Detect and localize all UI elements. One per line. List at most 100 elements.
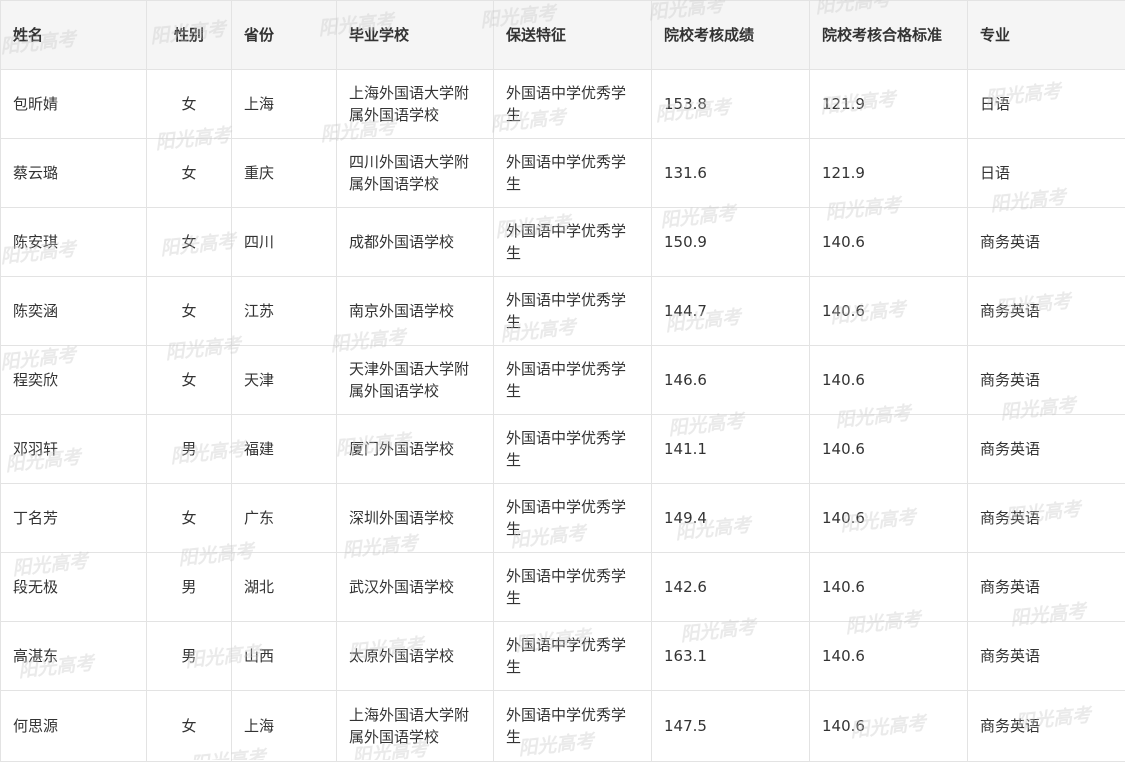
cell-standard: 140.6: [810, 691, 968, 762]
cell-major: 日语: [968, 70, 1125, 139]
cell-province: 上海: [232, 691, 337, 762]
cell-province: 江苏: [232, 277, 337, 346]
cell-major: 商务英语: [968, 208, 1125, 277]
table-row: 蔡云璐 女 重庆 四川外国语大学附属外国语学校 外国语中学优秀学生 131.6 …: [1, 139, 1125, 208]
cell-gender: 女: [147, 208, 232, 277]
cell-gender: 女: [147, 70, 232, 139]
cell-standard: 140.6: [810, 346, 968, 415]
cell-school: 南京外国语学校: [337, 277, 494, 346]
cell-school: 天津外国语大学附属外国语学校: [337, 346, 494, 415]
header-major: 专业: [968, 1, 1125, 70]
cell-gender: 女: [147, 346, 232, 415]
cell-score: 150.9: [652, 208, 810, 277]
cell-major: 商务英语: [968, 484, 1125, 553]
table-row: 程奕欣 女 天津 天津外国语大学附属外国语学校 外国语中学优秀学生 146.6 …: [1, 346, 1125, 415]
cell-score: 141.1: [652, 415, 810, 484]
table-row: 包昕婧 女 上海 上海外国语大学附属外国语学校 外国语中学优秀学生 153.8 …: [1, 70, 1125, 139]
cell-major: 商务英语: [968, 553, 1125, 622]
header-gender: 性别: [147, 1, 232, 70]
cell-gender: 女: [147, 139, 232, 208]
cell-gender: 男: [147, 415, 232, 484]
cell-school: 上海外国语大学附属外国语学校: [337, 691, 494, 762]
table-body: 包昕婧 女 上海 上海外国语大学附属外国语学校 外国语中学优秀学生 153.8 …: [1, 70, 1125, 762]
cell-province: 山西: [232, 622, 337, 691]
header-row: 姓名 性别 省份 毕业学校 保送特征 院校考核成绩 院校考核合格标准 专业: [1, 1, 1125, 70]
cell-score: 144.7: [652, 277, 810, 346]
cell-name: 邓羽轩: [1, 415, 147, 484]
cell-gender: 女: [147, 484, 232, 553]
cell-school: 成都外国语学校: [337, 208, 494, 277]
cell-name: 包昕婧: [1, 70, 147, 139]
cell-feature: 外国语中学优秀学生: [494, 346, 652, 415]
cell-feature: 外国语中学优秀学生: [494, 553, 652, 622]
cell-feature: 外国语中学优秀学生: [494, 691, 652, 762]
table-row: 何思源 女 上海 上海外国语大学附属外国语学校 外国语中学优秀学生 147.5 …: [1, 691, 1125, 762]
table-row: 陈奕涵 女 江苏 南京外国语学校 外国语中学优秀学生 144.7 140.6 商…: [1, 277, 1125, 346]
cell-major: 商务英语: [968, 691, 1125, 762]
cell-standard: 140.6: [810, 415, 968, 484]
cell-name: 段无极: [1, 553, 147, 622]
cell-major: 商务英语: [968, 346, 1125, 415]
cell-score: 142.6: [652, 553, 810, 622]
header-province: 省份: [232, 1, 337, 70]
cell-name: 蔡云璐: [1, 139, 147, 208]
cell-province: 天津: [232, 346, 337, 415]
cell-gender: 女: [147, 277, 232, 346]
cell-school: 深圳外国语学校: [337, 484, 494, 553]
cell-feature: 外国语中学优秀学生: [494, 208, 652, 277]
cell-major: 商务英语: [968, 415, 1125, 484]
cell-gender: 男: [147, 553, 232, 622]
table-row: 邓羽轩 男 福建 厦门外国语学校 外国语中学优秀学生 141.1 140.6 商…: [1, 415, 1125, 484]
cell-major: 商务英语: [968, 622, 1125, 691]
cell-province: 福建: [232, 415, 337, 484]
cell-standard: 140.6: [810, 208, 968, 277]
cell-name: 何思源: [1, 691, 147, 762]
cell-school: 武汉外国语学校: [337, 553, 494, 622]
cell-standard: 121.9: [810, 70, 968, 139]
cell-score: 163.1: [652, 622, 810, 691]
header-school: 毕业学校: [337, 1, 494, 70]
table-header: 姓名 性别 省份 毕业学校 保送特征 院校考核成绩 院校考核合格标准 专业: [1, 1, 1125, 70]
cell-score: 146.6: [652, 346, 810, 415]
cell-feature: 外国语中学优秀学生: [494, 484, 652, 553]
cell-standard: 140.6: [810, 622, 968, 691]
cell-feature: 外国语中学优秀学生: [494, 70, 652, 139]
cell-score: 131.6: [652, 139, 810, 208]
cell-standard: 140.6: [810, 553, 968, 622]
cell-province: 上海: [232, 70, 337, 139]
cell-province: 广东: [232, 484, 337, 553]
table-row: 陈安琪 女 四川 成都外国语学校 外国语中学优秀学生 150.9 140.6 商…: [1, 208, 1125, 277]
cell-score: 147.5: [652, 691, 810, 762]
table-row: 丁名芳 女 广东 深圳外国语学校 外国语中学优秀学生 149.4 140.6 商…: [1, 484, 1125, 553]
cell-name: 丁名芳: [1, 484, 147, 553]
cell-feature: 外国语中学优秀学生: [494, 277, 652, 346]
cell-feature: 外国语中学优秀学生: [494, 622, 652, 691]
cell-feature: 外国语中学优秀学生: [494, 415, 652, 484]
header-name: 姓名: [1, 1, 147, 70]
cell-feature: 外国语中学优秀学生: [494, 139, 652, 208]
cell-province: 湖北: [232, 553, 337, 622]
cell-gender: 女: [147, 691, 232, 762]
cell-major: 日语: [968, 139, 1125, 208]
cell-standard: 140.6: [810, 484, 968, 553]
admission-table: 姓名 性别 省份 毕业学校 保送特征 院校考核成绩 院校考核合格标准 专业 包昕…: [0, 0, 1125, 762]
cell-standard: 140.6: [810, 277, 968, 346]
cell-school: 四川外国语大学附属外国语学校: [337, 139, 494, 208]
cell-school: 上海外国语大学附属外国语学校: [337, 70, 494, 139]
cell-name: 陈安琪: [1, 208, 147, 277]
table-row: 高湛东 男 山西 太原外国语学校 外国语中学优秀学生 163.1 140.6 商…: [1, 622, 1125, 691]
header-score: 院校考核成绩: [652, 1, 810, 70]
cell-score: 149.4: [652, 484, 810, 553]
cell-score: 153.8: [652, 70, 810, 139]
cell-school: 厦门外国语学校: [337, 415, 494, 484]
cell-school: 太原外国语学校: [337, 622, 494, 691]
cell-gender: 男: [147, 622, 232, 691]
cell-standard: 121.9: [810, 139, 968, 208]
header-feature: 保送特征: [494, 1, 652, 70]
table-row: 段无极 男 湖北 武汉外国语学校 外国语中学优秀学生 142.6 140.6 商…: [1, 553, 1125, 622]
cell-major: 商务英语: [968, 277, 1125, 346]
cell-name: 高湛东: [1, 622, 147, 691]
cell-province: 重庆: [232, 139, 337, 208]
cell-name: 程奕欣: [1, 346, 147, 415]
cell-name: 陈奕涵: [1, 277, 147, 346]
